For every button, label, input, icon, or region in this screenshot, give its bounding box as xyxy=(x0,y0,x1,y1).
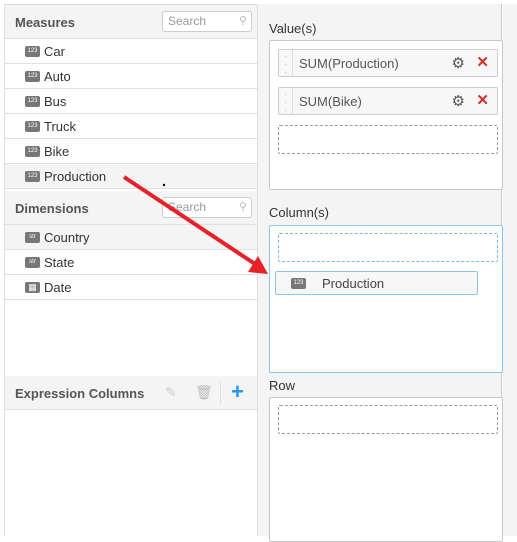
arrow-line xyxy=(122,175,260,268)
drag-arrow-icon xyxy=(122,175,268,274)
arrow-head xyxy=(248,256,268,274)
cursor-dot xyxy=(162,183,166,187)
